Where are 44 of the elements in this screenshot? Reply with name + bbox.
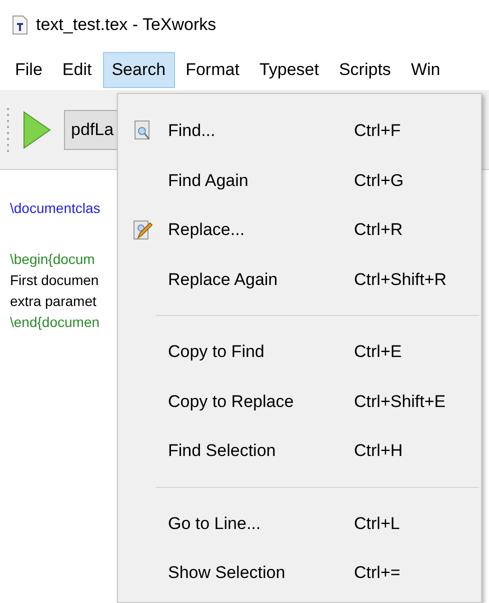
menu-item-label: Find Again bbox=[168, 170, 250, 192]
code-line: \documentclas bbox=[10, 199, 102, 218]
shortcut-label: Ctrl+H bbox=[354, 440, 403, 462]
menu-item-label: Copy to Replace bbox=[168, 390, 295, 412]
shortcut-label: Ctrl+R bbox=[354, 219, 403, 241]
menu-bar-item[interactable]: Typeset bbox=[250, 52, 328, 88]
menu-item[interactable]: Copy to Find Ctrl+E bbox=[118, 327, 481, 376]
menu-item-label: Find... bbox=[168, 120, 216, 142]
menu-bar-item[interactable]: Win bbox=[402, 52, 450, 88]
code-line: \end{documen bbox=[10, 313, 101, 332]
menu-item[interactable]: Show Selection Ctrl+= bbox=[118, 548, 481, 598]
play-icon bbox=[22, 110, 52, 150]
menu-item-label: Replace Again bbox=[168, 268, 279, 290]
shortcut-label: Ctrl+Shift+E bbox=[354, 390, 446, 412]
tex-file-icon bbox=[12, 15, 28, 35]
code-line: First documen bbox=[10, 271, 100, 290]
menu-item-label: Find Selection bbox=[168, 440, 277, 462]
menu-item[interactable]: Find Selection Ctrl+H bbox=[118, 426, 481, 476]
menu-item[interactable]: Replace... Ctrl+R bbox=[118, 205, 481, 254]
shortcut-label: Ctrl+Shift+R bbox=[354, 268, 447, 290]
menu-bar-item[interactable]: File bbox=[6, 52, 52, 88]
toolbar-grip-icon bbox=[6, 108, 10, 152]
shortcut-label: Ctrl+E bbox=[354, 341, 402, 363]
menu-item[interactable]: Find Again Ctrl+G bbox=[118, 156, 481, 205]
menu-item[interactable]: Replace Again Ctrl+Shift+R bbox=[118, 254, 481, 304]
shortcut-label: Ctrl+= bbox=[354, 562, 400, 584]
menu-item-label: Replace... bbox=[168, 219, 246, 241]
window-title: text_test.tex - TeXworks bbox=[36, 14, 216, 36]
menu-bar-item[interactable]: Edit bbox=[53, 52, 101, 88]
code-line: \begin{docum bbox=[10, 250, 96, 269]
shortcut-label: Ctrl+F bbox=[354, 120, 401, 142]
menu-item-label: Show Selection bbox=[168, 562, 286, 584]
menu-bar-item[interactable]: Scripts bbox=[330, 52, 400, 88]
shortcut-label: Ctrl+L bbox=[354, 512, 400, 534]
menu-item-label: Go to Line... bbox=[168, 512, 262, 534]
menu-bar-item[interactable]: Search bbox=[102, 52, 175, 88]
code-line: extra paramet bbox=[10, 292, 98, 311]
document-pencil-icon bbox=[132, 218, 154, 241]
menu-item-label: Copy to Find bbox=[168, 341, 266, 363]
menu-bar-item[interactable]: Format bbox=[176, 52, 248, 88]
menu-item[interactable]: Go to Line... Ctrl+L bbox=[118, 498, 481, 548]
menu-item[interactable]: Copy to Replace Ctrl+Shift+E bbox=[118, 376, 481, 426]
shortcut-label: Ctrl+G bbox=[354, 170, 404, 192]
typeset-button[interactable] bbox=[22, 110, 52, 150]
